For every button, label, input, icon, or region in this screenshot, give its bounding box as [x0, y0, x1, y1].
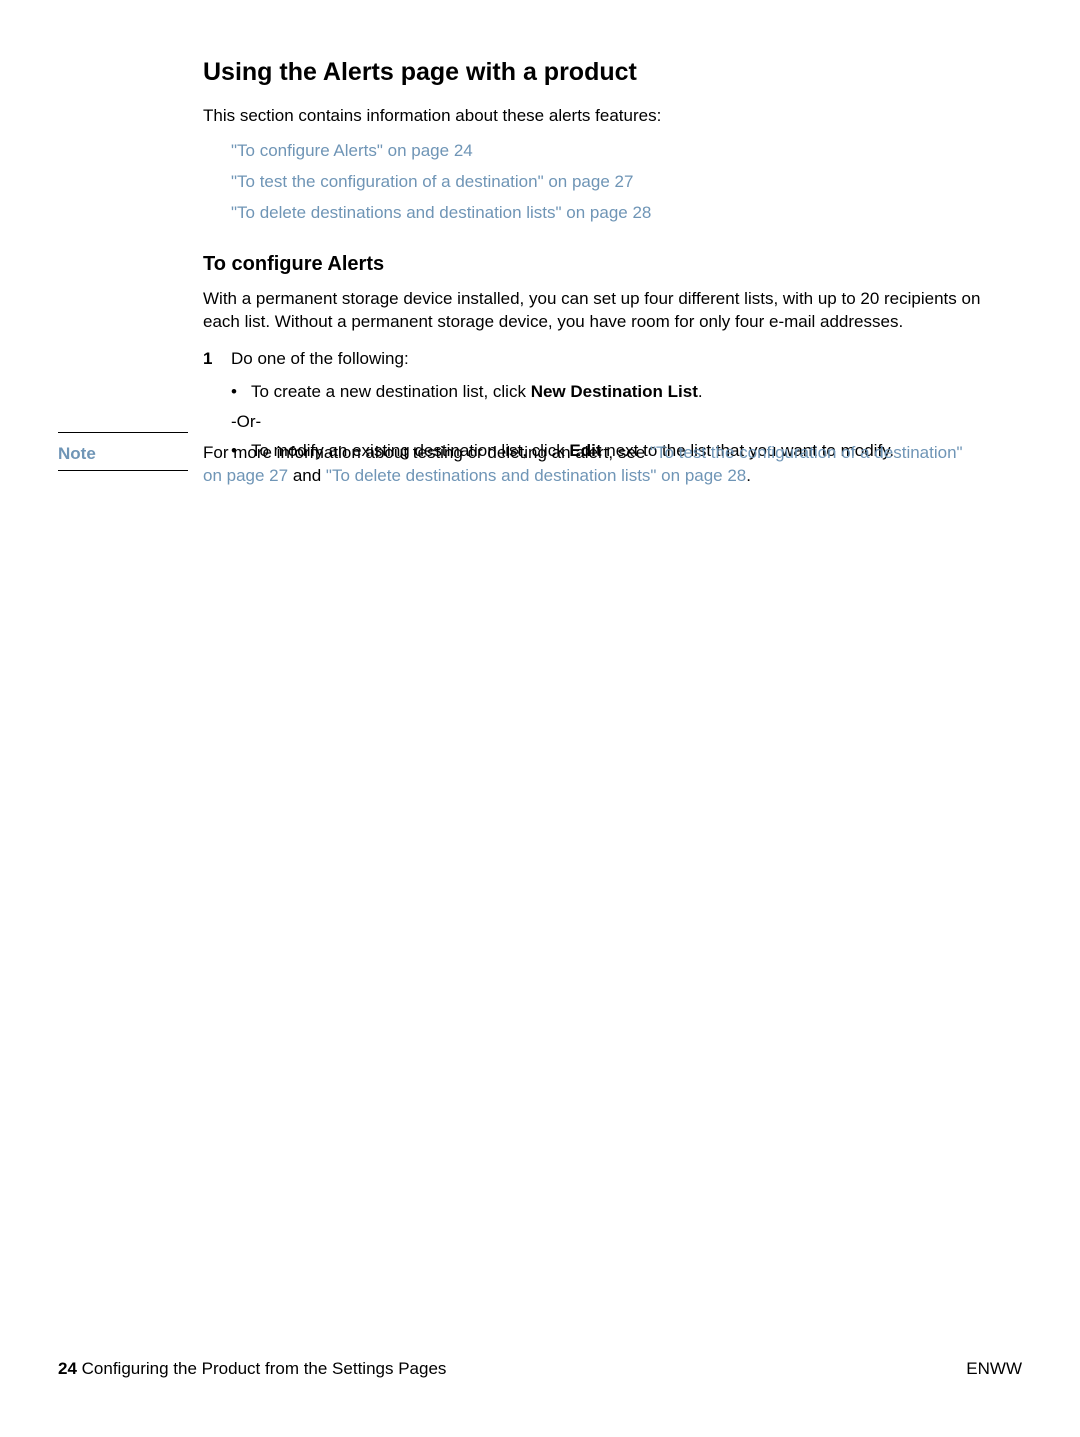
bullet-post: .: [698, 382, 703, 401]
intro-paragraph: This section contains information about …: [203, 105, 981, 128]
or-separator: -Or-: [231, 412, 981, 432]
link-delete-destinations[interactable]: "To delete destinations and destination …: [231, 202, 981, 225]
note-pre: For more information about testing or de…: [203, 443, 650, 462]
footer-right: ENWW: [966, 1359, 1022, 1379]
note-rule-bottom: [58, 470, 188, 471]
page-number: 24: [58, 1359, 77, 1378]
step-body: Do one of the following:: [231, 348, 981, 371]
note-mid: and: [288, 466, 326, 485]
footer-left: 24 Configuring the Product from the Sett…: [58, 1359, 446, 1379]
bullet-pre: To create a new destination list, click: [251, 382, 531, 401]
bullet-text: To create a new destination list, click …: [251, 381, 703, 404]
link-test-destination[interactable]: "To test the configuration of a destinat…: [231, 171, 981, 194]
bullet-mark-icon: •: [231, 381, 251, 404]
step-number: 1: [203, 348, 231, 371]
note-post: .: [746, 466, 751, 485]
page-footer: 24 Configuring the Product from the Sett…: [58, 1359, 1022, 1379]
step-1: 1 Do one of the following:: [203, 348, 981, 371]
note-body: For more information about testing or de…: [203, 442, 981, 488]
heading-1: Using the Alerts page with a product: [203, 58, 981, 87]
toc-links: "To configure Alerts" on page 24 "To tes…: [231, 140, 981, 225]
link-configure-alerts[interactable]: "To configure Alerts" on page 24: [231, 140, 981, 163]
note-link-delete[interactable]: "To delete destinations and destination …: [326, 466, 746, 485]
chapter-title: Configuring the Product from the Setting…: [77, 1359, 446, 1378]
heading-2: To configure Alerts: [203, 253, 981, 276]
note-label: Note: [58, 444, 96, 464]
page: Using the Alerts page with a product Thi…: [0, 0, 1080, 1437]
paragraph-storage: With a permanent storage device installe…: [203, 288, 981, 334]
bullet-create-list: • To create a new destination list, clic…: [231, 381, 981, 404]
bullet-bold: New Destination List: [531, 382, 698, 401]
note-rule-top: [58, 432, 188, 433]
main-content: Using the Alerts page with a product Thi…: [203, 58, 981, 470]
